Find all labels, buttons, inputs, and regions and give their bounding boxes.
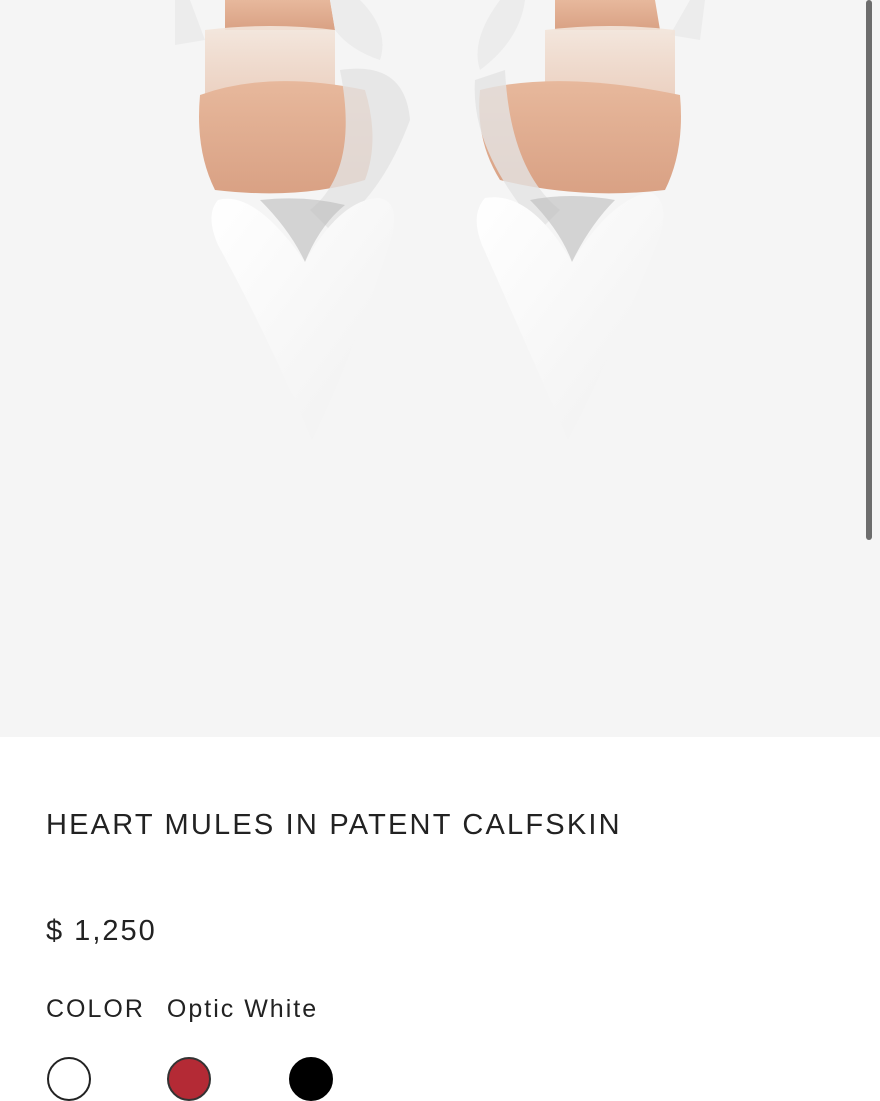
- color-row: COLOR Optic White: [46, 995, 318, 1024]
- swatch-black[interactable]: [289, 1057, 333, 1101]
- swatch-red[interactable]: [167, 1057, 211, 1101]
- product-info: HEART MULES IN PATENT CALFSKIN $ 1,250 C…: [0, 737, 880, 1101]
- product-title: HEART MULES IN PATENT CALFSKIN: [46, 809, 622, 841]
- left-shoe: [175, 0, 410, 440]
- product-image[interactable]: [0, 0, 880, 737]
- color-label: COLOR: [46, 995, 145, 1023]
- color-value: Optic White: [166, 995, 319, 1023]
- heart-mules-image: [175, 0, 705, 440]
- product-price: $ 1,250: [46, 915, 157, 947]
- scrollbar[interactable]: [866, 0, 872, 540]
- right-shoe: [474, 0, 705, 440]
- swatch-optic-white[interactable]: [47, 1057, 91, 1101]
